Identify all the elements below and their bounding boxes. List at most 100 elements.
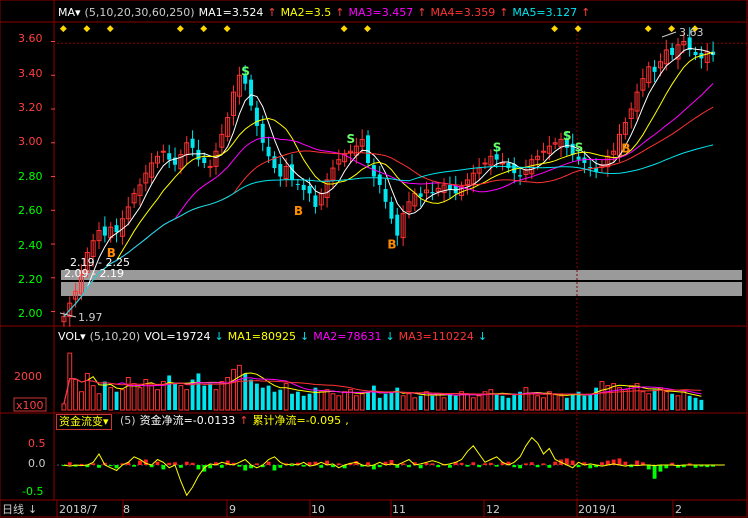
vol-axis: 2000 x100 [13,370,47,412]
candle-body [249,79,254,106]
volume-bar [453,395,458,410]
flow-bar [366,462,370,465]
signal-diamond-icon: ◆ [645,24,652,34]
volume-bar [96,393,102,411]
volume-bar [336,395,342,411]
price-header: MA▾ (5,10,20,30,60,250) MA1=3.524 ↑ MA2=3.5 ↑… [58,6,594,20]
volume-bar [406,393,412,411]
volume-bar [102,381,107,410]
flow-bar [459,462,464,465]
period-arrow-icon[interactable]: ↓ [28,503,37,516]
candle-body [307,185,312,194]
price-candles [61,27,716,327]
volume-bar [167,375,172,410]
flow-bar [307,462,312,465]
volume-bar [173,383,177,410]
volume-bar [430,395,435,410]
candle-body [576,156,581,160]
flow-bar [377,465,382,468]
volume-bar [552,393,558,411]
flow-bar [319,465,324,468]
flow-bar [418,465,423,469]
flow-bar [623,461,628,465]
candle-body [207,165,213,168]
volume-bar [213,389,219,411]
volume-bar [377,397,382,410]
buy-signal: B [387,238,396,252]
flow-axis: 0.5 0.0 -0.5 [22,437,46,498]
x-tick: 9 [229,503,236,516]
ma3-arrow-icon: ↑ [417,6,427,19]
ma4-arrow-icon: ↑ [499,6,509,19]
flow-bar [208,465,213,469]
flow-params: (5) [120,414,136,427]
candle-body [114,225,119,233]
flow-bar [161,465,166,470]
volume-bar [125,377,131,411]
flow-indicator-selector[interactable]: 资金流变▾ [56,414,112,430]
volume-bar [658,387,663,411]
flow-bar [436,465,441,468]
candle-body [500,162,506,165]
volume-bar [119,389,125,411]
volume-bar [196,373,201,410]
flow-bar [430,463,435,465]
indicator-selector[interactable]: MA▾ [58,6,81,19]
flow-bar [401,463,406,465]
flow-bar [190,462,195,465]
flow-bar [617,458,622,465]
signal-diamond-icon: ◆ [107,24,114,34]
flow-bar [529,462,534,465]
volume-bar [435,393,441,411]
candle-body [389,201,394,219]
candle-body [290,164,295,180]
vol-value: VOL=19724 [144,330,211,343]
volume-bar [663,391,669,411]
vol-indicator-selector[interactable]: VOL▾ [58,330,86,343]
volume-bar [512,393,517,410]
flow-bar [541,463,546,465]
flow-bar [178,465,183,468]
ma2-value: MA2=3.5 [280,6,332,19]
volume-bar [488,389,494,411]
volume-bar [640,391,646,411]
price-axis: 3.60 3.40 3.20 3.00 2.80 2.60 2.40 2.20 … [18,32,43,320]
flow-net: 资金净流=-0.0133 [139,414,236,427]
volume-bar [313,387,318,410]
volume-bar [318,391,324,411]
flow-bar [635,460,639,465]
volume-bar [628,385,634,411]
volume-bar [611,383,617,411]
flow-cum: 累计净流=-0.095 [252,414,342,427]
flow-bar [79,463,84,465]
support-band [61,270,742,280]
volume-bar [202,385,207,410]
volume-bar [155,389,160,411]
period-label[interactable]: 日线 [2,502,24,516]
volume-bar [582,395,587,410]
volume-bar [324,389,330,411]
volume-bar [307,393,312,410]
volume-bar [646,393,652,411]
volume-bar [330,393,336,411]
volume-bar [447,393,452,410]
ma3-value: MA3=3.457 [348,6,414,19]
flow-bar [553,461,558,465]
vol-arrow-icon: ↓ [214,330,224,343]
flow-bar [132,465,137,467]
flow-bar [114,465,119,469]
candle-body [377,174,382,185]
flow-bar [447,465,452,468]
volume-bar [178,385,184,411]
candle-body [190,138,195,148]
price-tick: 3.20 [18,101,43,114]
candle-body [366,135,371,164]
candle-body [102,226,107,236]
range-label-lower: 2.09 - 2.19 [64,267,124,280]
candle-body [693,51,698,56]
volume-bars [61,352,704,411]
volume-bar [599,381,605,411]
volume-bar [675,395,681,411]
volume-bar [219,381,225,411]
signal-diamond-icon: ◆ [341,24,348,34]
